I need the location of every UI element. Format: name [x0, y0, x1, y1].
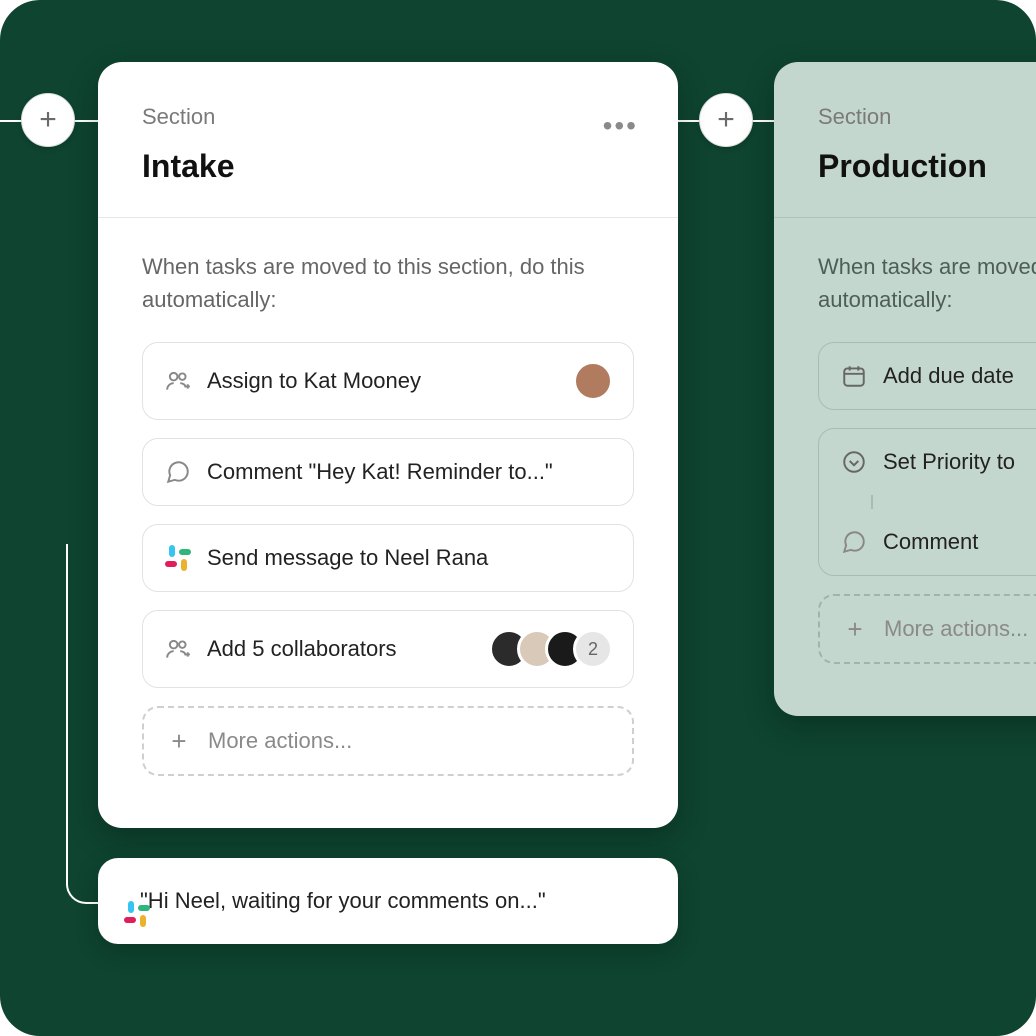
rule-label: Set Priority to — [883, 449, 1036, 475]
rule-label: Assign to Kat Mooney — [207, 368, 559, 394]
section-label: Section — [818, 104, 1036, 130]
rule-assign[interactable]: Assign to Kat Mooney — [142, 342, 634, 420]
slack-message-preview: "Hi Neel, waiting for your comments on..… — [98, 858, 678, 944]
calendar-icon — [839, 361, 869, 391]
rule-label: Add due date — [883, 363, 1036, 389]
workflow-canvas: + + Section Intake ••• When tasks are mo… — [0, 0, 1036, 1036]
plus-icon: + — [164, 726, 194, 756]
automation-intro: When tasks are moved to this section, do… — [142, 250, 634, 316]
add-section-between-button[interactable]: + — [699, 93, 753, 147]
automation-intro: When tasks are moved to this section, do… — [818, 250, 1036, 316]
section-card-intake: Section Intake ••• When tasks are moved … — [98, 62, 678, 828]
more-actions-button[interactable]: + More actions... — [818, 594, 1036, 664]
rule-connector — [871, 495, 873, 509]
section-menu-button[interactable]: ••• — [603, 112, 638, 140]
rule-label: More actions... — [208, 728, 612, 754]
rule-comment[interactable]: Comment — [819, 509, 1036, 575]
section-label: Section — [142, 104, 634, 130]
rule-label: Comment "Hey Kat! Reminder to..." — [207, 459, 613, 485]
section-title: Intake — [142, 148, 634, 185]
people-icon — [163, 634, 193, 664]
rule-slack-message[interactable]: Send message to Neel Rana — [142, 524, 634, 592]
rule-to-preview-connector — [66, 544, 100, 904]
comment-icon — [839, 527, 869, 557]
add-section-before-button[interactable]: + — [21, 93, 75, 147]
rule-group: Set Priority to Comment — [818, 428, 1036, 576]
avatar-kat — [573, 361, 613, 401]
section-card-production: Section Production When tasks are moved … — [774, 62, 1036, 716]
rule-label: Comment — [883, 529, 1036, 555]
chevron-down-circle-icon — [839, 447, 869, 477]
collaborator-avatars: 2 — [489, 629, 613, 669]
section-title: Production — [818, 148, 1036, 185]
slack-icon — [163, 543, 193, 573]
more-actions-button[interactable]: + More actions... — [142, 706, 634, 776]
slack-message-text: "Hi Neel, waiting for your comments on..… — [140, 888, 546, 914]
rule-comment[interactable]: Comment "Hey Kat! Reminder to..." — [142, 438, 634, 506]
rule-label: Send message to Neel Rana — [207, 545, 613, 571]
rule-label: More actions... — [884, 616, 1036, 642]
people-icon — [163, 366, 193, 396]
rule-add-due-date[interactable]: Add due date — [818, 342, 1036, 410]
rule-label: Add 5 collaborators — [207, 636, 475, 662]
rule-set-priority[interactable]: Set Priority to — [819, 429, 1036, 495]
avatar-overflow-count: 2 — [573, 629, 613, 669]
plus-icon: + — [840, 614, 870, 644]
rule-add-collaborators[interactable]: Add 5 collaborators 2 — [142, 610, 634, 688]
comment-icon — [163, 457, 193, 487]
